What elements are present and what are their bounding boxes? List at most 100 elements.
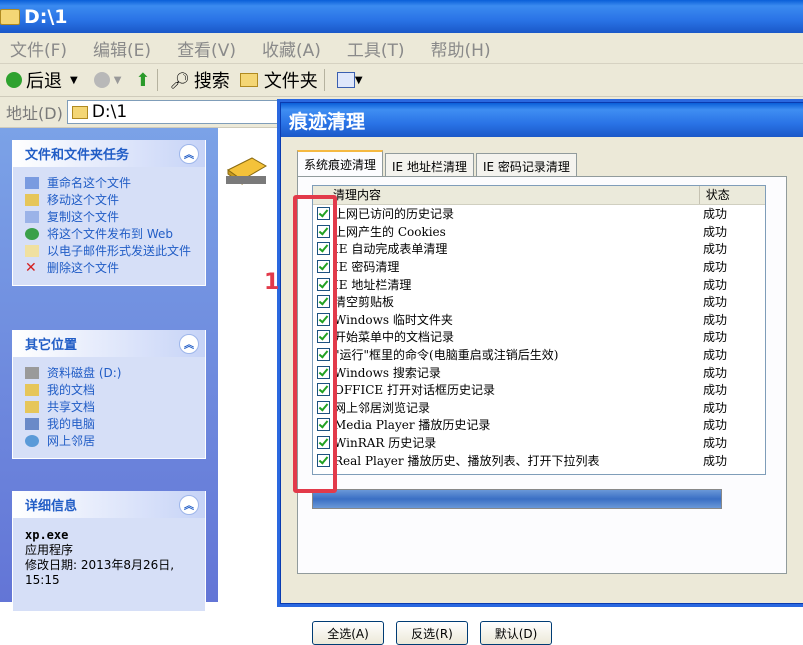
window-title: D:\1 xyxy=(24,5,68,28)
other-places-title: 其它位置 xyxy=(25,338,78,353)
address-label: 地址(D) xyxy=(6,104,63,123)
list-item[interactable]: 上网已访问的历史记录 成功 xyxy=(313,205,765,223)
tab-ie-address-cleanup[interactable]: IE 地址栏清理 xyxy=(385,153,474,178)
row-content-label: OFFICE 打开对话框历史记录 xyxy=(334,383,495,398)
task-email[interactable]: 以电子邮件形式发送此文件 xyxy=(25,245,195,258)
row-status-label: 成功 xyxy=(703,418,728,433)
rename-icon xyxy=(25,177,39,189)
other-places-panel: 其它位置 ︽ 资料磁盘 (D:) 我的文档 共享文档 我的电脑 网上邻居 xyxy=(12,330,206,459)
row-content-label: WinRAR 历史记录 xyxy=(334,436,437,451)
place-my-computer[interactable]: 我的电脑 xyxy=(25,418,195,431)
row-content-label: IE 自动完成表单清理 xyxy=(334,242,448,257)
row-status-label: 成功 xyxy=(703,224,728,239)
shared-folder-icon xyxy=(25,401,39,413)
default-button[interactable]: 默认(D) xyxy=(480,621,552,645)
drive-icon xyxy=(25,367,39,379)
cleanup-dialog: 痕迹清理 系统痕迹清理 IE 地址栏清理 IE 密码记录清理 清理内容 状态 上… xyxy=(280,102,803,645)
row-status-label: 成功 xyxy=(703,207,728,222)
row-content-label: 开始菜单中的文档记录 xyxy=(334,330,455,345)
task-delete[interactable]: ✕ 删除这个文件 xyxy=(25,261,195,275)
tab-system-cleanup[interactable]: 系统痕迹清理 xyxy=(297,150,384,178)
collapse-chevron-icon[interactable]: ︽ xyxy=(179,333,199,354)
task-publish-web[interactable]: 将这个文件发布到 Web xyxy=(25,228,195,241)
list-item[interactable]: Media Player 播放历史记录 成功 xyxy=(313,416,765,434)
list-item[interactable]: OFFICE 打开对话框历史记录 成功 xyxy=(313,381,765,399)
toolbar-separator xyxy=(323,69,325,91)
task-move[interactable]: 移动这个文件 xyxy=(25,194,195,207)
row-content-label: IE 密码清理 xyxy=(334,260,400,275)
place-network[interactable]: 网上邻居 xyxy=(25,435,195,448)
task-pane: 文件和文件夹任务 ︽ 重命名这个文件 移动这个文件 复制这个文件 将这个文件发布… xyxy=(0,128,218,611)
list-item[interactable]: Windows 临时文件夹 成功 xyxy=(313,311,765,329)
folder-icon xyxy=(239,73,258,87)
progress-fill xyxy=(313,490,721,508)
explorer-title-bar: D:\1 xyxy=(0,0,803,33)
row-content-label: Real Player 播放历史、播放列表、打开下拉列表 xyxy=(334,453,600,468)
details-header[interactable]: 详细信息 ︽ xyxy=(13,491,205,518)
other-places-header[interactable]: 其它位置 ︽ xyxy=(13,330,205,357)
list-item[interactable]: 开始菜单中的文档记录 成功 xyxy=(313,328,765,346)
details-panel: 详细信息 ︽ xp.exe 应用程序 修改日期: 2013年8月26日, 15:… xyxy=(12,491,206,611)
row-status-label: 成功 xyxy=(703,295,728,310)
place-drive-d[interactable]: 资料磁盘 (D:) xyxy=(25,367,195,380)
forward-button[interactable]: ▼ xyxy=(84,72,122,88)
eraser-icon[interactable] xyxy=(222,152,270,186)
globe-icon xyxy=(25,228,39,240)
list-item[interactable]: IE 密码清理 成功 xyxy=(313,258,765,276)
search-icon: 🔎︎ xyxy=(169,70,190,90)
list-item[interactable]: 清空剪贴板 成功 xyxy=(313,293,765,311)
tab-ie-password-cleanup[interactable]: IE 密码记录清理 xyxy=(475,153,577,178)
collapse-chevron-icon[interactable]: ︽ xyxy=(179,494,199,515)
folder-icon xyxy=(0,8,20,25)
task-rename[interactable]: 重命名这个文件 xyxy=(25,177,195,190)
menu-edit[interactable]: 编辑(E) xyxy=(93,36,151,61)
copy-icon xyxy=(25,211,39,223)
row-status-label: 成功 xyxy=(703,348,728,363)
tab-panel: 清理内容 状态 上网已访问的历史记录 成功 上网产生的 Cookies 成功 IE 自动… xyxy=(297,176,787,645)
menu-favorites[interactable]: 收藏(A) xyxy=(262,36,321,61)
list-item[interactable]: Real Player 播放历史、播放列表、打开下拉列表 成功 xyxy=(313,451,765,469)
invert-selection-button[interactable]: 反选(R) xyxy=(396,621,468,645)
file-tasks-header[interactable]: 文件和文件夹任务 ︽ xyxy=(13,140,205,167)
list-item[interactable]: WinRAR 历史记录 成功 xyxy=(313,434,765,452)
list-item[interactable]: Windows 搜索记录 成功 xyxy=(313,363,765,381)
menu-tools[interactable]: 工具(T) xyxy=(347,36,405,61)
menu-view[interactable]: 查看(V) xyxy=(177,36,236,61)
column-header-content[interactable]: 清理内容 xyxy=(313,186,700,204)
progress-bar xyxy=(312,489,722,509)
email-icon xyxy=(25,245,39,257)
folders-button[interactable]: 文件夹 xyxy=(239,67,318,93)
select-all-button[interactable]: 全选(A) xyxy=(312,621,384,645)
place-shared-documents[interactable]: 共享文档 xyxy=(25,401,195,414)
menu-help[interactable]: 帮助(H) xyxy=(431,36,491,61)
row-status-label: 成功 xyxy=(703,365,728,380)
cleanup-list[interactable]: 清理内容 状态 上网已访问的历史记录 成功 上网产生的 Cookies 成功 IE 自动… xyxy=(312,185,766,475)
up-folder-button[interactable]: ⬆ xyxy=(127,70,150,91)
list-item[interactable]: "运行"框里的命令(电脑重启或注销后生效) 成功 xyxy=(313,346,765,364)
folder-icon xyxy=(71,105,88,119)
annotation-number: 1 xyxy=(264,270,280,295)
dropdown-arrow-icon[interactable]: ▼ xyxy=(70,75,78,86)
details-filename: xp.exe xyxy=(25,528,69,542)
column-header-status[interactable]: 状态 xyxy=(700,186,765,204)
task-copy[interactable]: 复制这个文件 xyxy=(25,211,195,224)
search-button[interactable]: 🔎︎ 搜索 xyxy=(170,67,230,93)
address-input[interactable]: D:\1 xyxy=(66,100,287,124)
dropdown-arrow-icon: ▼ xyxy=(354,74,363,86)
place-my-documents[interactable]: 我的文档 xyxy=(25,384,195,397)
views-button[interactable]: ▼ xyxy=(336,72,363,88)
list-item[interactable]: 上网产生的 Cookies 成功 xyxy=(313,223,765,241)
network-icon xyxy=(25,435,39,447)
row-content-label: 清空剪贴板 xyxy=(334,295,395,310)
row-status-label: 成功 xyxy=(703,242,728,257)
list-item[interactable]: IE 地址栏清理 成功 xyxy=(313,275,765,293)
dropdown-arrow-icon[interactable]: ▼ xyxy=(114,75,122,86)
menu-file[interactable]: 文件(F) xyxy=(10,36,67,61)
annotation-highlight-box xyxy=(293,195,337,493)
row-status-label: 成功 xyxy=(703,277,728,292)
list-item[interactable]: 网上邻居浏览记录 成功 xyxy=(313,399,765,417)
row-content-label: 网上邻居浏览记录 xyxy=(334,400,431,415)
list-item[interactable]: IE 自动完成表单清理 成功 xyxy=(313,240,765,258)
collapse-chevron-icon[interactable]: ︽ xyxy=(179,143,199,164)
back-button[interactable]: 后退 ▼ xyxy=(6,67,78,93)
